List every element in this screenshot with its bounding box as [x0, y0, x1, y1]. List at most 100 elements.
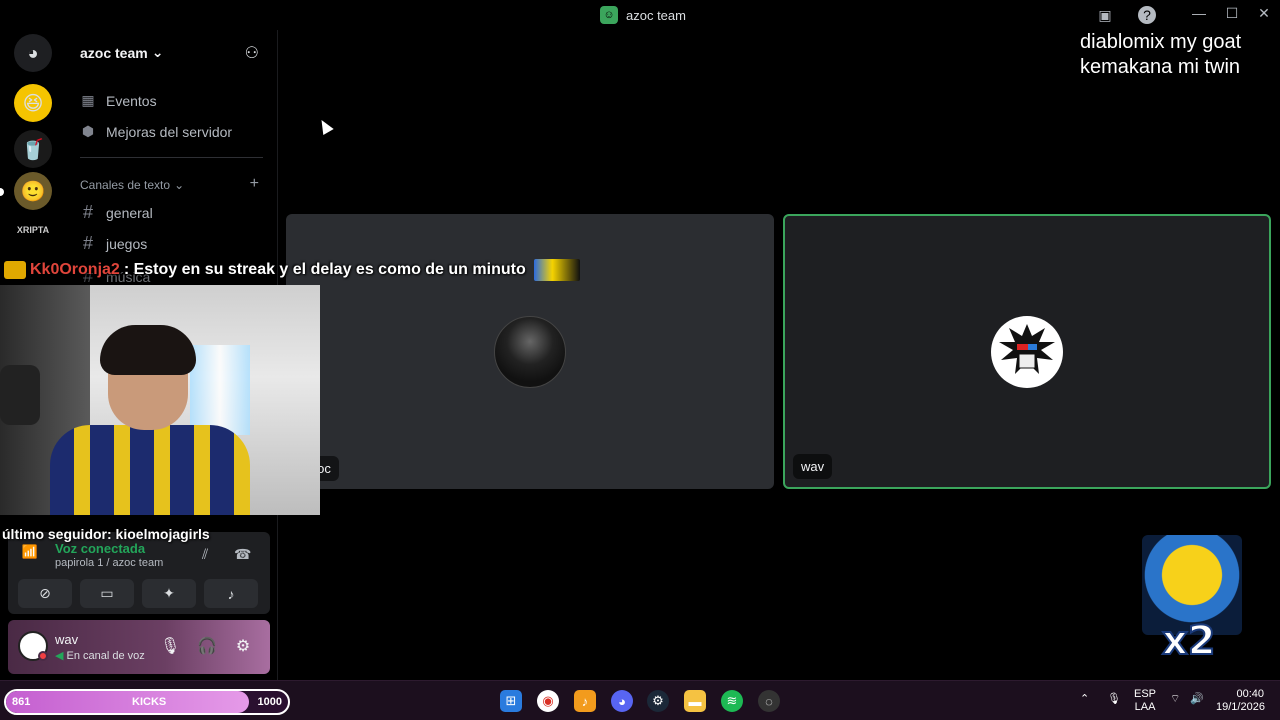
kicks-goal-bar: 861 KICKS 1000 — [4, 689, 290, 715]
window-title-text: azoc team — [626, 7, 686, 23]
speaker-icon: ◀ — [55, 650, 64, 662]
minimize-icon[interactable]: — — [1191, 5, 1207, 21]
category-text-channels[interactable]: Canales de texto ⌄ — [80, 178, 184, 192]
chat-user: Kk0Oronja2 — [30, 261, 120, 278]
settings-gear-icon[interactable]: ⚙ — [233, 636, 253, 656]
skull-icon — [999, 323, 1055, 374]
chevron-down-icon: ⌄ — [151, 44, 164, 60]
language-indicator[interactable]: ESP LAA — [1134, 688, 1156, 714]
webcam-feed — [0, 285, 320, 515]
kicks-progress-fill — [6, 691, 249, 713]
server-icon-cup[interactable]: 🥤 — [14, 130, 52, 168]
kicks-current: 861 — [12, 696, 31, 708]
menu-item-boosts[interactable]: ⬢ Mejoras del servidor — [80, 123, 232, 140]
voice-status[interactable]: Voz conectada — [55, 541, 145, 556]
voice-tile-wav[interactable]: wav — [783, 214, 1271, 489]
tile-name: wav — [793, 454, 833, 479]
time: 00:40 — [1236, 688, 1264, 700]
app-icon[interactable]: ◌ — [758, 690, 780, 712]
user-status-text: En canal de voz — [66, 650, 145, 662]
channel-label: juegos — [106, 235, 148, 252]
close-icon[interactable]: ✕ — [1256, 5, 1272, 22]
server-icon-emoji[interactable]: 😆 — [14, 84, 52, 122]
help-icon[interactable]: ? — [1138, 6, 1156, 24]
shirt — [50, 425, 250, 515]
overlay-line: diablomix my goat — [1080, 31, 1242, 53]
channel-sidebar: azoc team ⌄ ⚇ ▦ Eventos ⬢ Mejoras del se… — [66, 30, 277, 286]
camera-off-icon: ⊘ — [39, 585, 51, 601]
noise-suppression-icon[interactable]: ⫽ — [202, 546, 208, 563]
emote-image — [533, 259, 580, 281]
signal-icon[interactable]: 📶 — [20, 544, 40, 564]
clock[interactable]: 00:40 19/1/2026 — [1216, 688, 1265, 714]
overlay-line: kemakana mi twin — [1080, 56, 1241, 78]
stream-overlay-text: diablomix my goat kemakana mi twin — [1080, 30, 1241, 80]
mic-icon[interactable]: 🎙 — [160, 636, 180, 656]
window-title: ☺ azoc team — [600, 6, 686, 24]
emote-multiplier: x2 — [1161, 617, 1217, 665]
tray-chevron-icon[interactable]: ⌃ — [1080, 693, 1089, 706]
headphones-icon[interactable]: 🎧 — [197, 636, 217, 656]
category-label: Canales de texto — [80, 178, 171, 192]
discord-home-icon[interactable]: ◕ — [14, 34, 52, 72]
channel-general[interactable]: # general — [80, 202, 153, 223]
steam-icon[interactable]: ⚙ — [647, 690, 669, 712]
soundboard-icon: ♪ — [227, 585, 235, 602]
channel-juegos[interactable]: # juegos — [80, 233, 147, 254]
chat-text: : Estoy en su streak y el delay es como … — [123, 261, 526, 278]
status-dot — [38, 651, 48, 661]
voice-location[interactable]: papirola 1 / azoc team — [55, 557, 163, 569]
title-bar: ☺ azoc team ▣ ? — ☐ ✕ — [0, 0, 1280, 30]
server-icon: ☺ — [600, 6, 618, 24]
avatar — [991, 315, 1063, 388]
mouse-cursor — [316, 116, 334, 136]
server-icon-minion[interactable]: 🙂 — [14, 172, 52, 210]
channel-label: general — [106, 204, 153, 221]
screen-share-button[interactable]: ▭ — [80, 579, 134, 608]
camera-off-button[interactable]: ⊘ — [18, 579, 72, 608]
stream-chat-message: Kk0Oronja2 : Estoy en su streak y el del… — [4, 257, 580, 283]
maximize-icon[interactable]: ☐ — [1224, 5, 1240, 22]
file-explorer-icon[interactable]: ▬ — [684, 690, 706, 712]
disconnect-icon[interactable]: ☎ — [234, 546, 251, 563]
activities-button[interactable]: ✦ — [142, 579, 196, 608]
screen-share-icon: ▭ — [100, 585, 114, 601]
volume-icon[interactable]: 🔊 — [1190, 693, 1204, 706]
spotify-icon[interactable]: ≋ — [721, 690, 743, 712]
kicks-label: KICKS — [132, 696, 167, 708]
hash-icon: # — [82, 202, 93, 222]
lang-top: ESP — [1134, 688, 1157, 700]
username[interactable]: wav — [55, 632, 78, 647]
user-panel: wav ◀ En canal de voz 🎙 🎧 ⚙ — [8, 620, 270, 674]
invite-icon[interactable]: ⚇ — [245, 43, 259, 63]
kicks-goal: 1000 — [257, 696, 282, 708]
date: 19/1/2026 — [1216, 701, 1265, 713]
menu-item-events[interactable]: ▦ Eventos — [80, 92, 157, 109]
add-channel-icon[interactable]: + — [250, 175, 259, 193]
divider — [80, 157, 263, 158]
avatar — [494, 315, 566, 388]
fl-studio-icon[interactable]: ♪ — [574, 690, 596, 712]
hair — [100, 325, 196, 375]
server-rail: ◕ 😆 🥤 🙂 XRIPTA — [0, 30, 66, 290]
soundboard-button[interactable]: ♪ — [204, 579, 258, 608]
lang-bottom: LAA — [1134, 701, 1156, 713]
menu-item-label: Eventos — [106, 92, 157, 109]
chrome-icon[interactable]: ◉ — [537, 690, 559, 712]
activities-icon: ✦ — [163, 585, 175, 601]
taskbar: 861 KICKS 1000 ⊞ ◉ ♪ ◕ ⚙ ▬ ≋ ◌ ⌃ 🎙 ESP L… — [0, 680, 1280, 720]
menu-item-label: Mejoras del servidor — [106, 123, 233, 140]
discord-icon[interactable]: ◕ — [611, 690, 633, 712]
windows-start-icon[interactable]: ⊞ — [500, 690, 522, 712]
voice-tile-azoc[interactable]: Azoc — [286, 214, 774, 489]
wifi-icon[interactable]: ⌔ — [1170, 693, 1180, 706]
crown-icon — [4, 261, 26, 279]
tray-mic-icon[interactable]: 🎙 — [1107, 693, 1121, 706]
chevron-down-icon: ⌄ — [174, 178, 185, 192]
voice-connection-panel: 📶 Voz conectada papirola 1 / azoc team ⫽… — [8, 532, 270, 614]
server-header[interactable]: azoc team ⌄ — [80, 44, 163, 61]
inbox-icon[interactable]: ▣ — [1096, 6, 1114, 24]
unread-pill — [0, 188, 4, 196]
server-icon-text[interactable]: XRIPTA — [14, 220, 52, 240]
hash-icon: # — [82, 233, 93, 253]
